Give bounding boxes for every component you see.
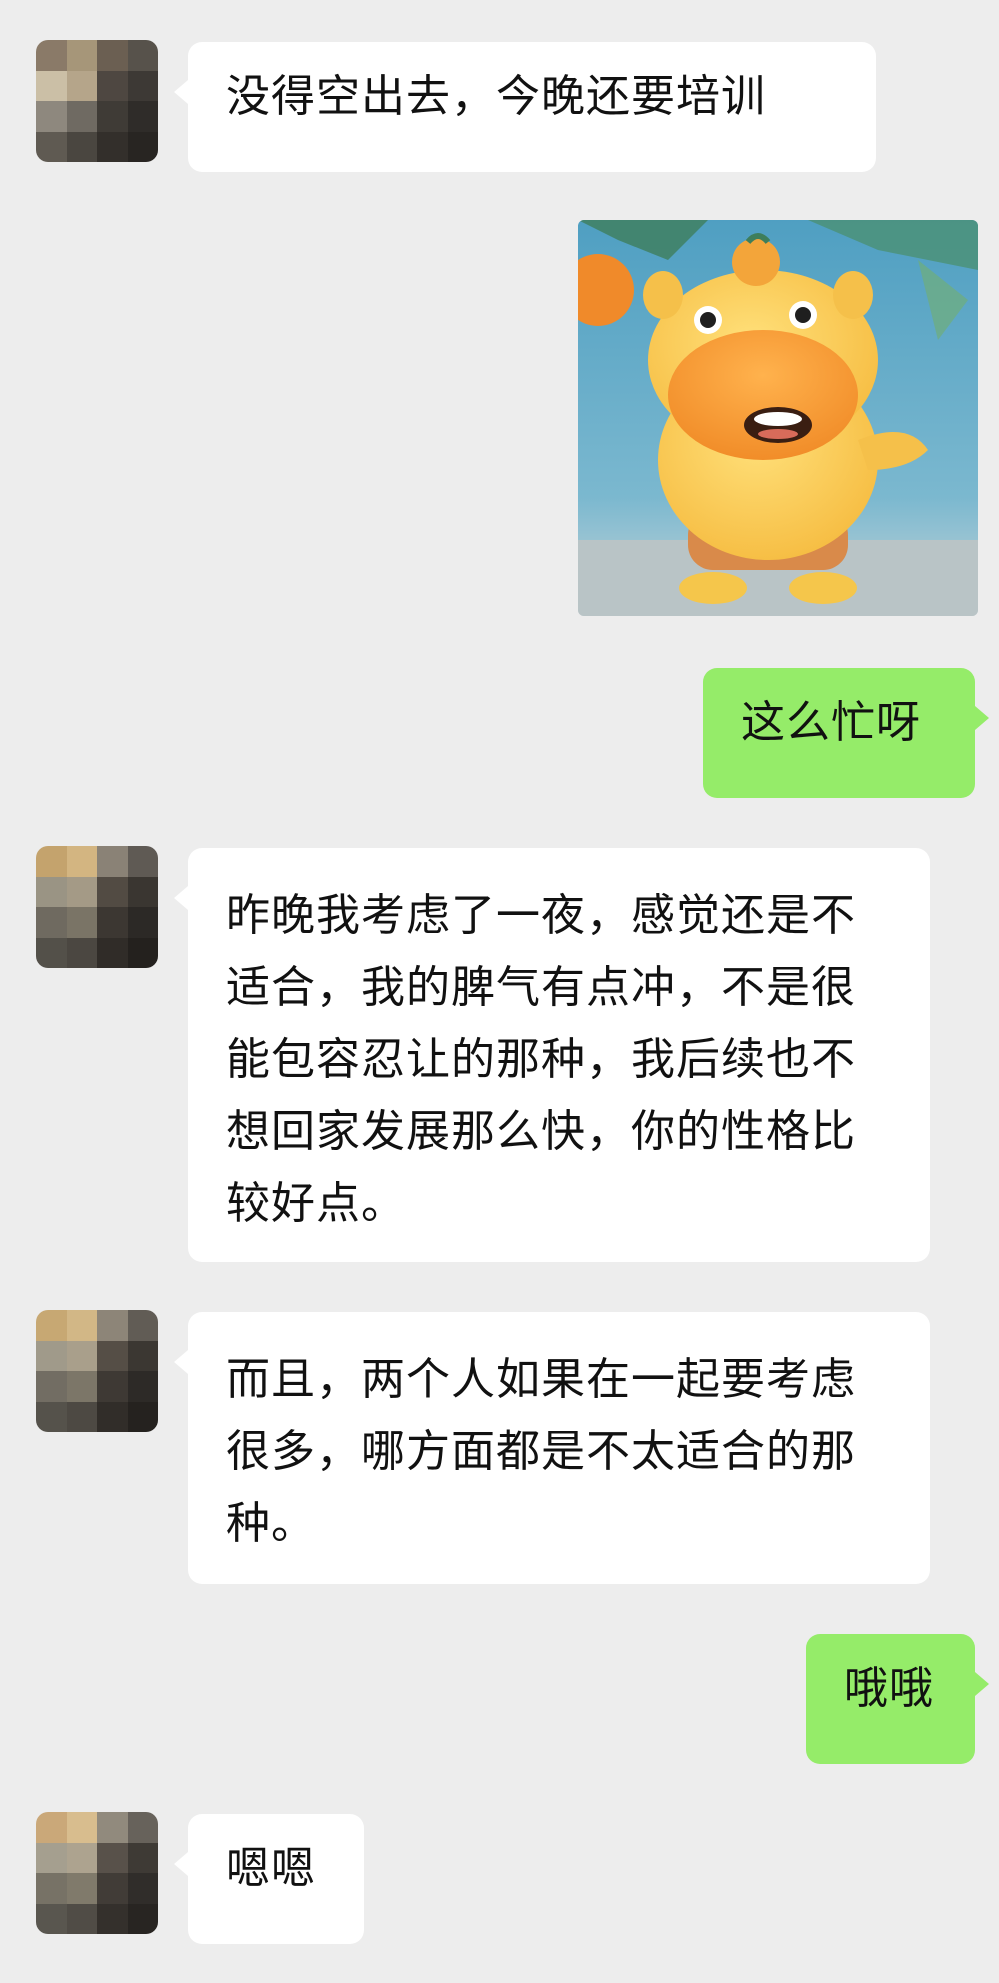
cartoon-hippo-sticker-icon <box>578 220 978 616</box>
sticker-image[interactable] <box>578 220 978 616</box>
avatar[interactable] <box>36 1310 158 1432</box>
message-text: 哦哦 <box>844 1663 934 1714</box>
incoming-message-bubble[interactable]: 嗯嗯 <box>174 1814 364 1944</box>
incoming-message-bubble[interactable]: 昨晚我考虑了一夜，感觉还是不适合，我的脾气有点冲，不是很能包容忍让的那种，我后续… <box>174 848 930 1262</box>
incoming-message-bubble[interactable]: 而且，两个人如果在一起要考虑很多，哪方面都是不太适合的那种。 <box>174 1312 930 1584</box>
message-text: 嗯嗯 <box>226 1843 316 1894</box>
message-text: 没得空出去，今晚还要培训 <box>226 71 766 122</box>
avatar[interactable] <box>36 846 158 968</box>
outgoing-message-bubble[interactable]: 哦哦 <box>806 1634 989 1764</box>
outgoing-message-bubble[interactable]: 这么忙呀 <box>703 668 989 798</box>
incoming-message-bubble[interactable]: 没得空出去，今晚还要培训 <box>174 42 876 172</box>
avatar[interactable] <box>36 1812 158 1934</box>
message-text: 这么忙呀 <box>741 697 921 748</box>
avatar[interactable] <box>36 40 158 162</box>
message-text: 而且，两个人如果在一起要考虑很多，哪方面都是不太适合的那种。 <box>226 1354 856 1549</box>
message-text: 昨晚我考虑了一夜，感觉还是不适合，我的脾气有点冲，不是很能包容忍让的那种，我后续… <box>226 890 856 1229</box>
